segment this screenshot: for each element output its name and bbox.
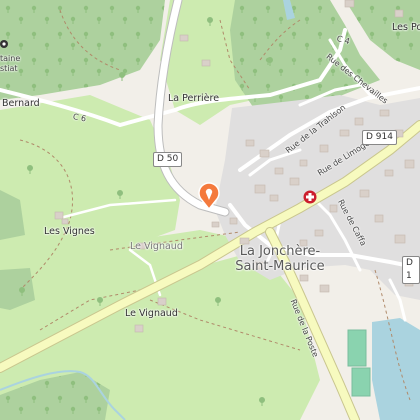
town-label-line2: Saint-Maurice [235,259,325,274]
place-label-fontaine-bottom[interactable]: stiat [0,64,18,73]
place-label-la-perriere[interactable]: La Perrière [168,93,219,104]
place-label-les-vignes[interactable]: Les Vignes [44,226,95,237]
place-label-fontaine-top[interactable]: taine [0,54,20,63]
place-label-le-vignaud[interactable]: Le Vignaud [125,308,178,319]
road-badge-d50[interactable]: D 50 [153,152,183,167]
road-badge-d1[interactable]: D 1 [402,256,420,284]
place-label-le-vignaud-grey[interactable]: Le Vignaud [130,241,183,252]
map-layer [0,0,420,420]
sports-field [347,329,367,367]
pharmacy-cross-icon[interactable] [303,190,317,204]
sports-field [351,367,371,397]
water-body [372,318,420,420]
town-label-line1: La Jonchère- [239,244,321,259]
place-label-bernard[interactable]: Bernard [2,98,40,109]
viewpoint-icon [0,40,8,48]
location-pin-icon[interactable] [198,182,220,210]
town-label[interactable]: La Jonchère- Saint-Maurice [228,244,332,274]
map-canvas[interactable]: La Perrière Les Vignes Le Vignaud Le Vig… [0,0,420,420]
place-label-les-po[interactable]: Les Po [392,22,420,33]
road-badge-d914[interactable]: D 914 [362,130,397,145]
